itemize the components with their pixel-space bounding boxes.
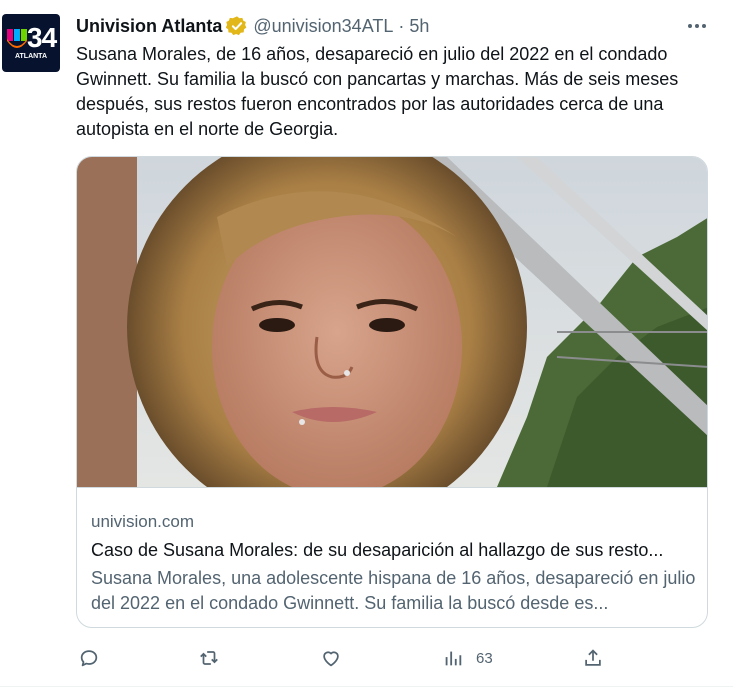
card-domain: univision.com — [91, 512, 194, 531]
card-image — [77, 157, 707, 487]
views-count: 63 — [476, 649, 493, 667]
reply-icon — [80, 650, 98, 667]
author-handle[interactable]: @univision34ATL — [253, 16, 393, 37]
card-title: Caso de Susana Morales: de su desaparici… — [91, 540, 664, 560]
views-chart-icon — [445, 651, 462, 666]
header-separator: · — [398, 15, 405, 36]
verified-badge-icon[interactable] — [226, 15, 248, 37]
like-button[interactable] — [320, 644, 342, 672]
share-button[interactable] — [582, 644, 604, 672]
card-description: Susana Morales, una adolescente hispana … — [91, 568, 696, 613]
retweet-button[interactable] — [198, 644, 220, 672]
univision-logo-icon — [7, 29, 27, 48]
views-button[interactable]: 63 — [442, 644, 493, 672]
avatar-city: ATLANTA — [14, 53, 47, 60]
tweet-header: Univision Atlanta @univision34ATL · 5h — [76, 14, 429, 38]
avatar-number: 34 — [27, 22, 57, 53]
reply-button[interactable] — [78, 644, 100, 672]
tweet[interactable]: 34 ATLANTA Univision Atlanta @univision3… — [0, 0, 733, 687]
tweet-text: Susana Morales, de 16 años, desapareció … — [76, 44, 679, 139]
share-icon — [585, 649, 601, 666]
card-divider — [77, 487, 707, 488]
more-icon[interactable] — [684, 14, 710, 38]
tweet-time[interactable]: 5h — [409, 16, 429, 37]
avatar[interactable]: 34 ATLANTA — [2, 14, 60, 72]
retweet-icon — [200, 651, 218, 665]
link-card[interactable]: univision.com Caso de Susana Morales: de… — [76, 156, 708, 628]
action-bar: 63 — [76, 644, 616, 672]
heart-icon — [323, 651, 339, 667]
author-name[interactable]: Univision Atlanta — [76, 16, 222, 37]
